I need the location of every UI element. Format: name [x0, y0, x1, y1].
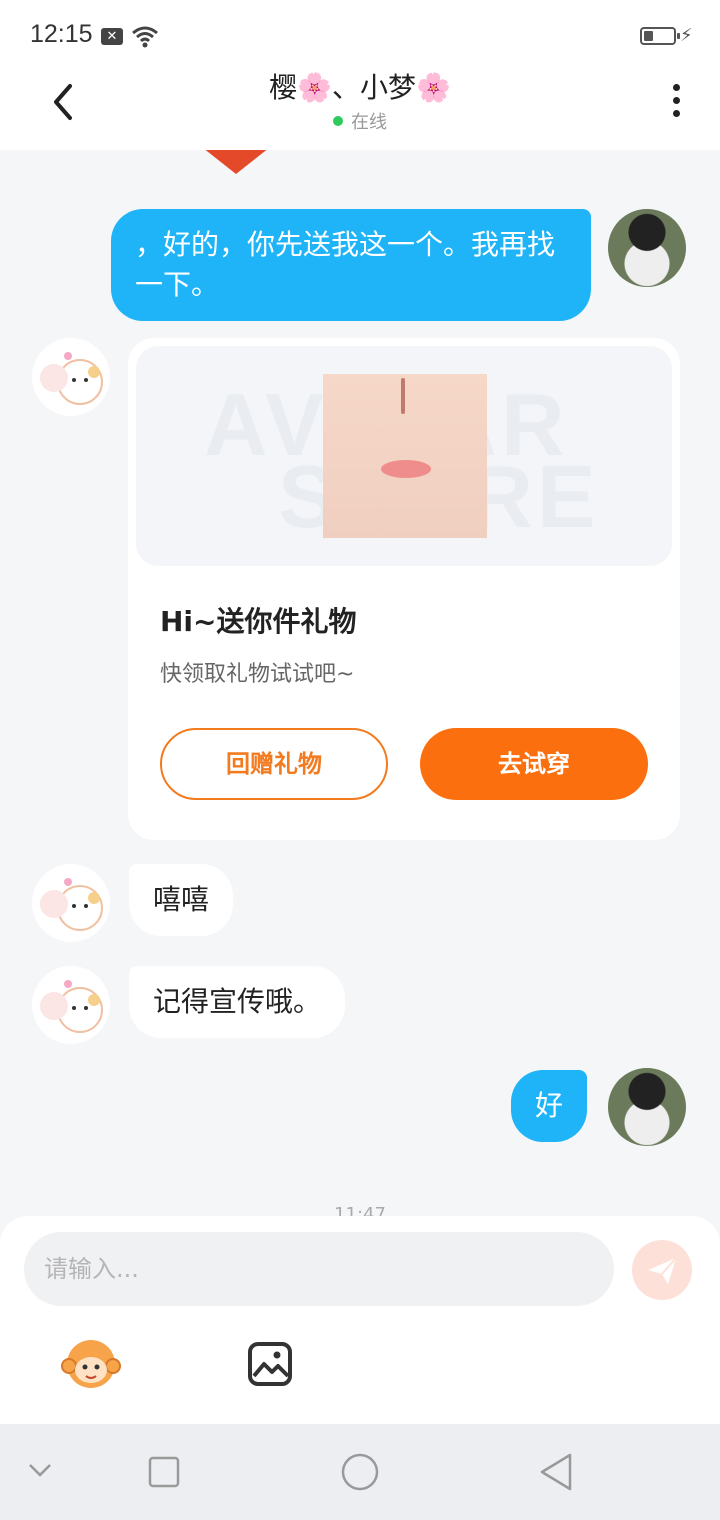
chat-header: 樱🌸、小梦🌸 在线: [0, 70, 720, 150]
send-button[interactable]: [632, 1240, 692, 1300]
status-time: 12:15: [30, 20, 93, 48]
gift-item-image: [323, 374, 487, 538]
more-vertical-icon[interactable]: [665, 84, 687, 124]
system-nav-bar: [0, 1424, 720, 1520]
image-icon[interactable]: [246, 1340, 294, 1388]
chat-title: 樱🌸、小梦🌸: [269, 71, 451, 104]
self-avatar[interactable]: [608, 1068, 686, 1146]
message-timestamp: 11:47: [334, 1204, 386, 1216]
triangle-back-icon[interactable]: [538, 1452, 574, 1492]
friend-avatar[interactable]: [32, 864, 110, 942]
circle-icon[interactable]: [340, 1452, 380, 1492]
gift-subtitle: 快领取礼物试试吧~: [160, 662, 355, 687]
self-avatar[interactable]: [608, 209, 686, 287]
message-input[interactable]: [24, 1232, 614, 1306]
message-bubble-other[interactable]: 嘻嘻: [129, 864, 234, 936]
square-icon[interactable]: [148, 1456, 180, 1488]
monkey-emoji-icon[interactable]: [60, 1336, 122, 1390]
return-gift-button[interactable]: 回赠礼物: [160, 728, 388, 800]
composer: [0, 1216, 720, 1424]
online-status: 在线: [0, 108, 720, 134]
friend-avatar[interactable]: [32, 338, 110, 416]
battery-icon: [640, 27, 680, 45]
gift-preview: AVATAR STORE: [136, 346, 672, 566]
chevron-down-icon[interactable]: [28, 1462, 52, 1478]
previous-gift-ribbon: [198, 150, 274, 174]
try-on-button[interactable]: 去试穿: [420, 728, 648, 800]
friend-avatar[interactable]: [32, 966, 110, 1044]
gift-title: Hi~送你件礼物: [160, 605, 357, 638]
message-bubble-self[interactable]: ，好的，你先送我这一个。我再找一下。: [111, 209, 591, 321]
message-bubble-other[interactable]: 记得宣传哦。: [129, 966, 346, 1038]
x-box-icon: ✕: [101, 28, 123, 45]
message-bubble-self[interactable]: 好: [511, 1070, 588, 1142]
message-list[interactable]: ，好的，你先送我这一个。我再找一下。 AVATAR STORE Hi~送你件礼物…: [0, 150, 720, 1216]
wifi-icon: [132, 26, 158, 48]
online-dot: [333, 116, 343, 126]
status-bar: 12:15 ✕ ⚡: [0, 0, 720, 70]
send-icon: [648, 1257, 677, 1284]
charging-icon: ⚡: [680, 25, 693, 46]
gift-card[interactable]: AVATAR STORE Hi~送你件礼物 快领取礼物试试吧~ 回赠礼物 去试穿: [128, 338, 680, 840]
online-status-label: 在线: [351, 112, 387, 133]
